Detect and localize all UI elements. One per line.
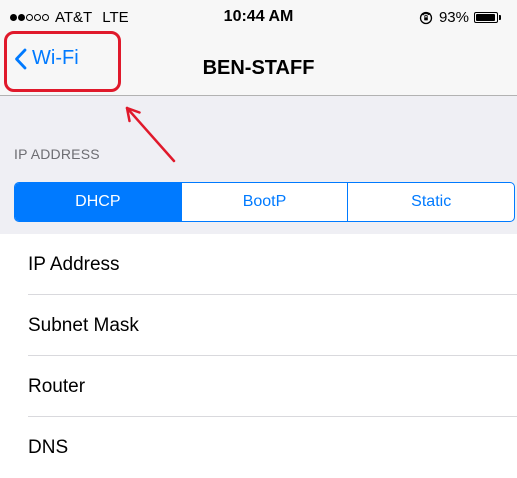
section-header: IP ADDRESS — [14, 146, 100, 162]
row-subnet-mask[interactable]: Subnet Mask — [0, 295, 517, 356]
segment-dhcp[interactable]: DHCP — [15, 183, 181, 221]
row-dns[interactable]: DNS — [0, 417, 517, 478]
navigation-bar: Wi-Fi BEN-STAFF — [0, 40, 517, 96]
ip-settings-list: IP Address Subnet Mask Router DNS — [0, 234, 517, 478]
page-title: BEN-STAFF — [202, 57, 315, 79]
segment-bootp[interactable]: BootP — [180, 183, 348, 221]
row-label: IP Address — [28, 253, 120, 275]
battery-fill — [476, 14, 495, 21]
status-right: 93% — [419, 9, 501, 26]
status-bar: AT&T LTE 10:44 AM 93% — [0, 0, 517, 40]
row-label: Subnet Mask — [28, 314, 139, 336]
battery-percentage: 93% — [438, 9, 469, 26]
battery-icon — [474, 12, 501, 23]
orientation-lock-icon — [419, 11, 433, 25]
row-ip-address[interactable]: IP Address — [0, 234, 517, 295]
row-label: DNS — [28, 436, 69, 458]
ip-mode-segmented-control: DHCP BootP Static — [14, 182, 515, 222]
segment-static[interactable]: Static — [347, 183, 514, 221]
row-label: Router — [28, 375, 86, 397]
row-router[interactable]: Router — [0, 356, 517, 417]
